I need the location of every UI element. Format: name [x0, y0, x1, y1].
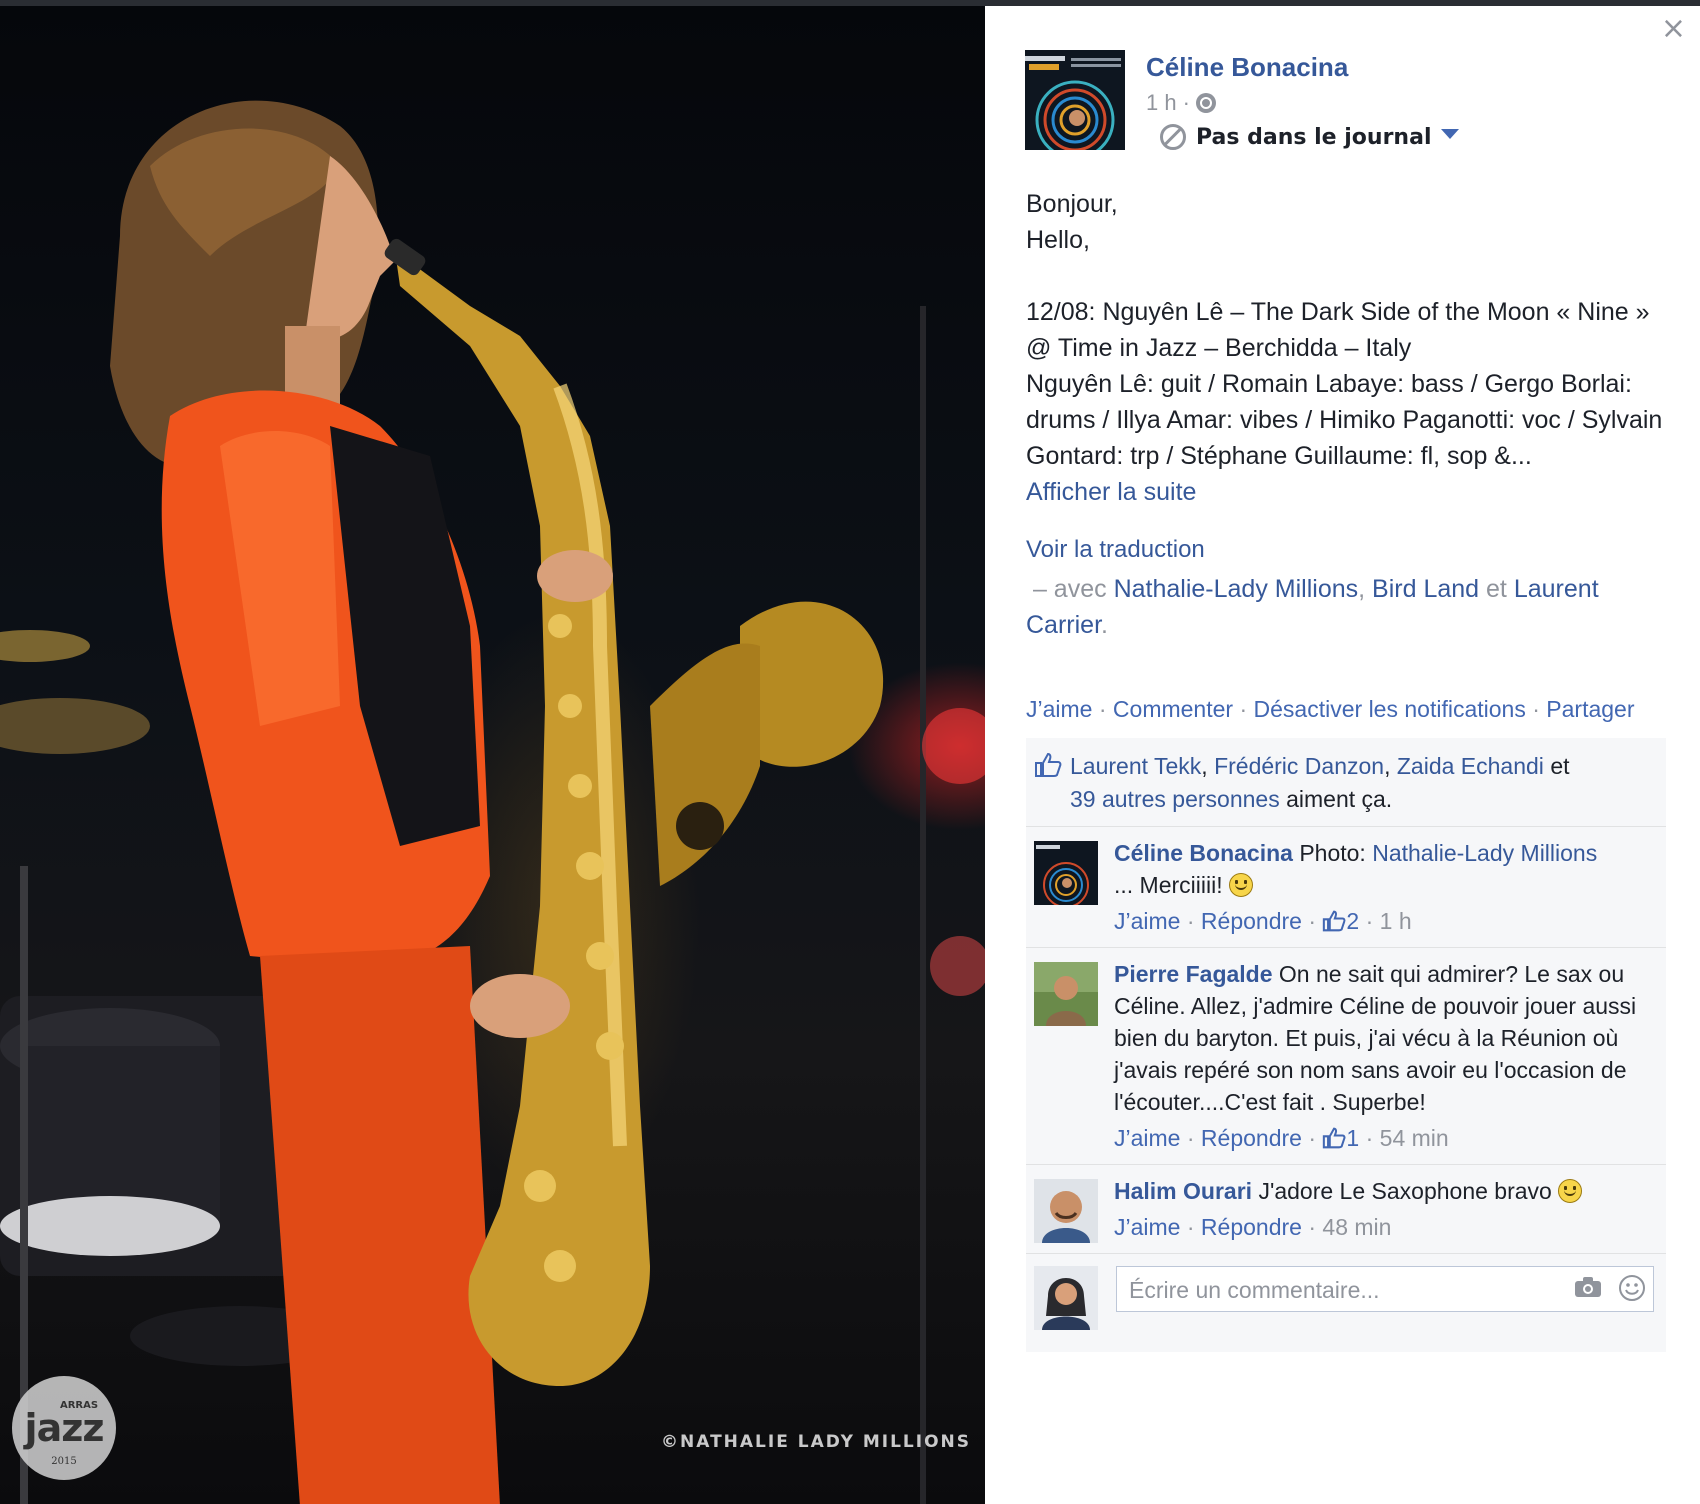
thumbs-up-icon[interactable]: [1322, 910, 1346, 932]
comment-text: J'adore Le Saxophone bravo: [1258, 1178, 1552, 1204]
comment-time[interactable]: 54 min: [1380, 1125, 1449, 1151]
see-translation-link[interactable]: Voir la traduction: [1026, 536, 1205, 564]
comment-like-button[interactable]: J’aime: [1114, 1214, 1180, 1240]
action-separator: ·: [1098, 696, 1107, 722]
post-line: Hello,: [1026, 226, 1090, 254]
comment-item: Halim Ourari J'adore Le Saxophone bravo …: [1026, 1165, 1666, 1254]
post-line: Bonjour,: [1026, 190, 1118, 218]
comment-reply-button[interactable]: Répondre: [1201, 1125, 1302, 1151]
liker-name[interactable]: Laurent Tekk: [1070, 753, 1201, 779]
see-more-link[interactable]: Afficher la suite: [1026, 478, 1196, 506]
tagged-people: – avec Nathalie-Lady Millions, Bird Land…: [1026, 571, 1666, 643]
comment-item: Pierre Fagalde On ne sait qui admirer? L…: [1026, 948, 1666, 1165]
comment-text: ... Merciiiii!: [1114, 872, 1223, 898]
likes-suffix: aiment ça.: [1286, 786, 1393, 812]
share-button[interactable]: Partager: [1546, 696, 1634, 722]
commenter-avatar[interactable]: [1034, 841, 1098, 905]
arras-jazz-logo: ARRAS jazz 2015: [12, 1376, 116, 1480]
thumbs-up-icon: [1035, 752, 1062, 777]
commenter-avatar[interactable]: [1034, 1179, 1098, 1243]
tag-separator: ,: [1358, 575, 1366, 603]
other-likers-link[interactable]: 39 autres personnes: [1070, 786, 1280, 812]
post-side-panel: × Céline Bonacina 1 h · Pas dans le jour…: [985, 6, 1700, 1504]
comment-footer: J’aime · Répondre · 48 min: [1114, 1214, 1392, 1240]
comment-footer: J’aime · Répondre · 2 · 1 h: [1114, 908, 1412, 934]
smiley-emoji-icon: [1229, 873, 1254, 897]
likes-summary: Laurent Tekk, Frédéric Danzon, Zaida Ech…: [1026, 738, 1666, 827]
camera-icon[interactable]: [1574, 1276, 1602, 1298]
liker-name[interactable]: Frédéric Danzon: [1214, 753, 1384, 779]
post-line: [1026, 258, 1666, 294]
photo-credit-watermark: ©NATHALIE LADY MILLIONS: [661, 1432, 971, 1452]
globe-icon: [1195, 93, 1216, 113]
comment-footer: J’aime · Répondre · 1 · 54 min: [1114, 1125, 1449, 1151]
not-in-feed-icon: [1160, 124, 1186, 150]
comment-like-count[interactable]: 2: [1346, 908, 1359, 934]
comment-author[interactable]: Halim Ourari: [1114, 1178, 1252, 1204]
post-actions: J’aime · Commenter · Désactiver les noti…: [1026, 696, 1635, 723]
current-user-avatar: [1034, 1266, 1098, 1330]
post-photo[interactable]: ARRAS jazz 2015 ©NATHALIE LADY MILLIONS: [0, 6, 985, 1504]
comment-like-button[interactable]: J’aime: [1114, 1125, 1180, 1151]
comment-author[interactable]: Pierre Fagalde: [1114, 961, 1273, 987]
comment-reply-button[interactable]: Répondre: [1201, 1214, 1302, 1240]
liker-name[interactable]: Zaida Echandi: [1397, 753, 1544, 779]
tag-and: et: [1486, 575, 1507, 603]
post-time[interactable]: 1 h: [1146, 90, 1177, 116]
write-comment-row: Écrire un commentaire...: [1026, 1254, 1666, 1352]
meta-separator: ·: [1182, 90, 1190, 115]
smiley-emoji-icon: [1558, 1179, 1583, 1203]
likes-and: et: [1550, 753, 1570, 779]
comment-button[interactable]: Commenter: [1113, 696, 1233, 722]
comment-prefix: Photo:: [1299, 840, 1366, 866]
comment-time[interactable]: 48 min: [1322, 1214, 1391, 1240]
commenter-avatar[interactable]: [1034, 962, 1098, 1026]
post-line: 12/08: Nguyên Lê – The Dark Side of the …: [1026, 298, 1650, 362]
thumbs-up-icon[interactable]: [1322, 1127, 1346, 1149]
tagged-person[interactable]: Bird Land: [1372, 575, 1479, 603]
comments-box: Laurent Tekk, Frédéric Danzon, Zaida Ech…: [1026, 738, 1666, 1352]
comment-author[interactable]: Céline Bonacina: [1114, 840, 1293, 866]
close-icon[interactable]: ×: [1661, 14, 1686, 44]
post-author-name[interactable]: Céline Bonacina: [1146, 52, 1348, 83]
comment-like-count[interactable]: 1: [1346, 1125, 1359, 1151]
audience-selector[interactable]: Pas dans le journal: [1160, 124, 1460, 150]
comment-item: Céline Bonacina Photo: Nathalie-Lady Mil…: [1026, 827, 1666, 948]
tagged-person[interactable]: Nathalie-Lady Millions: [1114, 575, 1359, 603]
action-separator: ·: [1239, 696, 1248, 722]
comment-like-button[interactable]: J’aime: [1114, 908, 1180, 934]
comment-reply-button[interactable]: Répondre: [1201, 908, 1302, 934]
audience-label: Pas dans le journal: [1196, 124, 1432, 150]
tag-end: .: [1101, 611, 1108, 639]
mute-notifications-button[interactable]: Désactiver les notifications: [1254, 696, 1526, 722]
action-separator: ·: [1532, 696, 1540, 722]
comment-time[interactable]: 1 h: [1380, 908, 1412, 934]
chevron-down-icon: [1441, 129, 1460, 139]
post-meta: 1 h ·: [1146, 90, 1216, 116]
post-text: Bonjour, Hello, 12/08: Nguyên Lê – The D…: [1026, 186, 1666, 510]
with-prefix: – avec: [1032, 575, 1107, 603]
comment-mention[interactable]: Nathalie-Lady Millions: [1372, 840, 1597, 866]
emoji-icon[interactable]: [1618, 1274, 1646, 1302]
saxophonist-illustration: [0, 100, 985, 1504]
author-avatar[interactable]: [1025, 50, 1125, 150]
like-button[interactable]: J’aime: [1026, 696, 1092, 722]
post-line: Nguyên Lê: guit / Romain Labaye: bass / …: [1026, 370, 1663, 470]
